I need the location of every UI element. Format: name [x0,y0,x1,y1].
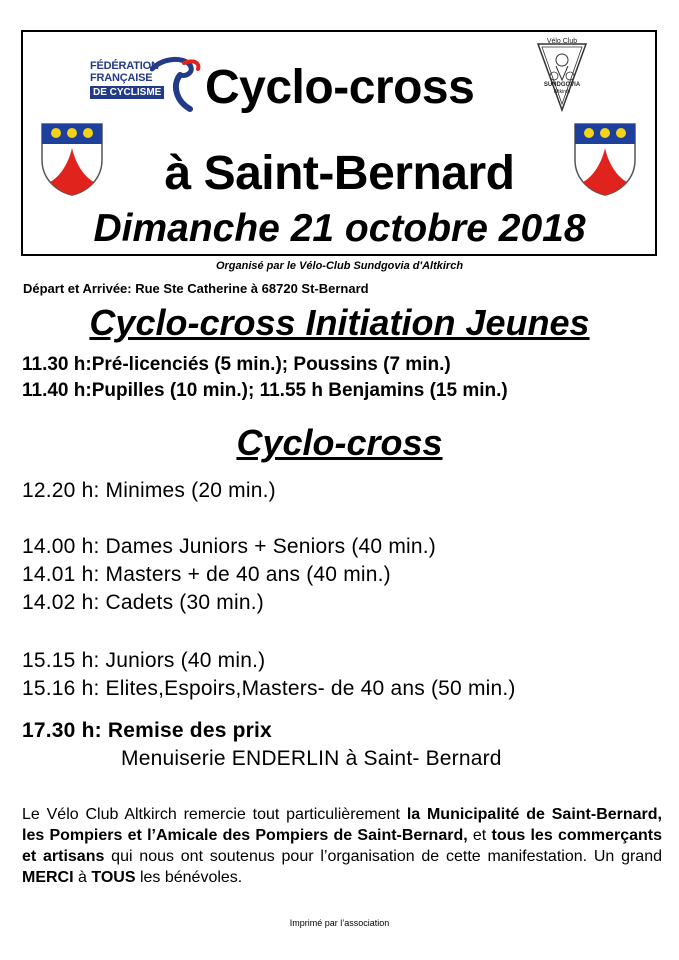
ffc-logo-line1: FÉDÉRATION [90,60,159,72]
prize-location: Menuiserie ENDERLIN à Saint- Bernard [121,747,502,770]
schedule-line: 12.20 h: Minimes (20 min.) [22,479,276,502]
ffc-logo-line2: FRANÇAISE [90,72,153,84]
thanks-bold: TOUS [91,869,136,886]
schedule-line: 15.15 h: Juniors (40 min.) [22,649,266,672]
thanks-paragraph: Le Vélo Club Altkirch remercie tout part… [22,804,662,888]
thanks-bold: MERCI [22,869,74,886]
thanks-text: et [467,827,492,844]
club-logo-top: Vélo Club [547,38,577,45]
page-title: Cyclo-cross [205,61,475,114]
event-date: Dimanche 21 octobre 2018 [93,207,586,250]
schedule-line: 15.16 h: Elites,Espoirs,Masters- de 40 a… [22,677,516,700]
ffc-swoosh-icon [150,57,201,112]
ffc-logo: FÉDÉRATION FRANÇAISE DE CYCLISME [90,55,205,113]
schedule-line: 14.02 h: Cadets (30 min.) [22,591,264,614]
youth-line: 11.30 h:Pré-licenciés (5 min.); Poussins… [22,354,451,375]
schedule-line: 17.30 h: Remise des prix [22,719,272,742]
club-logo-name: SUNDGOVIA [544,82,581,88]
club-logo: Vélo Club SUNDGOVIA Altkirch [536,38,588,112]
footer-note: Imprimé par l’association [289,918,390,928]
thanks-text: qui nous ont soutenus pour l’organisatio… [104,848,662,865]
youth-line: 11.40 h:Pupilles (10 min.); 11.55 h Benj… [22,380,508,401]
organizer-line: Organisé par le Vélo-Club Sundgovia d'Al… [215,260,464,272]
main-heading: Cyclo-cross [236,422,443,463]
thanks-text: à [73,869,92,886]
start-finish-line: Départ et Arrivée: Rue Ste Catherine à 6… [23,281,369,296]
schedule-line: 14.00 h: Dames Juniors + Seniors (40 min… [22,535,437,558]
thanks-text: les bénévoles. [135,869,243,886]
youth-heading: Cyclo-cross Initiation Jeunes [89,302,590,343]
coat-of-arms-left-icon [41,123,103,196]
schedule-line: 14.01 h: Masters + de 40 ans (40 min.) [22,563,391,586]
coat-of-arms-right-icon [574,123,636,196]
club-logo-city: Altkirch [554,89,571,95]
thanks-text: Le Vélo Club Altkirch remercie tout part… [22,806,407,823]
